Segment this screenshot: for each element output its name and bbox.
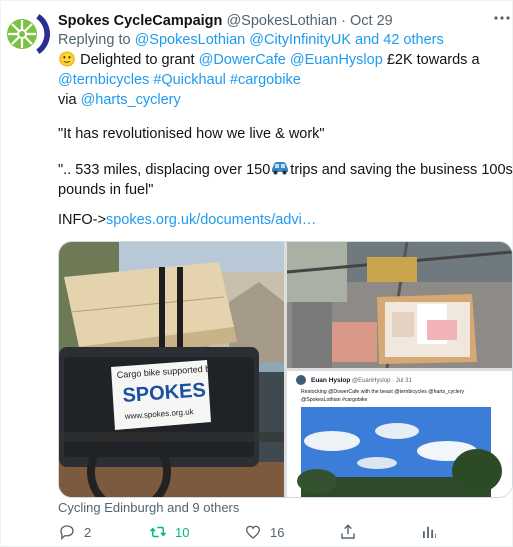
reply-button[interactable]: 2 — [58, 523, 91, 541]
hashtag-cargobike[interactable]: #cargobike — [230, 72, 301, 88]
tweet-text-line-2: @ternbicycles #Quickhaul #cargobike — [58, 70, 301, 90]
mention-harts-cyclery[interactable]: @harts_cyclery — [81, 92, 181, 108]
tweet-text-line-3: via @harts_cyclery — [58, 90, 181, 110]
retweet-button[interactable]: 10 — [149, 523, 189, 541]
header-separator: · — [341, 13, 346, 29]
media-image-cargo-bike[interactable]: Cargo bike supported by SPOKES www.spoke… — [59, 242, 284, 497]
mention-dowercafe[interactable]: @DowerCafe — [199, 52, 286, 68]
reply-prefix: Replying to — [58, 32, 131, 48]
heart-icon — [245, 525, 261, 539]
embedded-name: Euan Hyslop — [311, 377, 350, 384]
text-segment: trips and saving the business 100s of — [290, 162, 513, 178]
car-emoji-icon — [270, 161, 290, 175]
embedded-handle: @EuanHyslop · Jul 31 — [352, 378, 412, 384]
media-image-boxes[interactable] — [287, 242, 512, 368]
text-segment: Delighted to grant — [80, 52, 195, 68]
tweet-header: Spokes CycleCampaign @SpokesLothian · Oc… — [58, 11, 393, 31]
more-horizontal-icon — [494, 16, 510, 20]
tweet-info-line: INFO->spokes.org.uk/documents/advi… — [58, 210, 316, 230]
tagged-users[interactable]: Cycling Edinburgh and 9 others — [58, 500, 239, 515]
like-count: 16 — [270, 524, 285, 540]
share-button[interactable] — [339, 523, 365, 541]
retweet-count: 10 — [175, 524, 190, 540]
spokes-logo-icon — [2, 10, 50, 58]
embedded-tweet-photo: Euan Hyslop @EuanHyslop · Jul 31 Restock… — [287, 371, 512, 497]
analytics-icon — [423, 526, 436, 538]
tweet-card[interactable]: Spokes CycleCampaign @SpokesLothian · Oc… — [0, 0, 513, 547]
tweet-quote-2-cont: pounds in fuel" — [58, 182, 154, 198]
reply-icon — [60, 525, 74, 541]
text-segment: INFO-> — [58, 212, 106, 228]
text-segment: via — [58, 92, 77, 108]
cargo-bike-photo: Cargo bike supported by SPOKES www.spoke… — [59, 242, 284, 497]
smile-emoji-icon: 🙂 — [58, 52, 77, 68]
hashtag-quickhaul[interactable]: #Quickhaul — [153, 72, 226, 88]
reply-targets[interactable]: @SpokesLothian @CityInfinityUK and 42 ot… — [135, 32, 444, 48]
tweet-date[interactable]: Oct 29 — [350, 13, 393, 29]
tweet-quote-1: "It has revolutionised how we live & wor… — [58, 126, 325, 142]
reply-count: 2 — [84, 524, 92, 540]
embedded-text-1: Restocking @DowerCafe with the beast @te… — [301, 389, 465, 395]
embedded-text-2: @SpokesLothian #cargobike — [301, 397, 368, 403]
avatar[interactable] — [2, 10, 50, 58]
mention-ternbicycles[interactable]: @ternbicycles — [58, 72, 149, 88]
tweet-quote-2: ".. 533 miles, displacing over 150 trips … — [58, 160, 513, 180]
share-icon — [341, 524, 355, 539]
author-name[interactable]: Spokes CycleCampaign — [58, 13, 222, 29]
action-bar: 2 10 16 — [58, 523, 498, 545]
like-button[interactable]: 16 — [244, 523, 284, 541]
text-segment: £2K towards a — [386, 52, 480, 68]
boxes-photo — [287, 242, 512, 368]
tweet-text-line-1: 🙂 Delighted to grant @DowerCafe @EuanHys… — [58, 50, 480, 70]
media-grid: Cargo bike supported by SPOKES www.spoke… — [58, 241, 513, 498]
media-image-embedded-tweet[interactable]: Euan Hyslop @EuanHyslop · Jul 31 Restock… — [287, 371, 512, 497]
reply-context: Replying to @SpokesLothian @CityInfinity… — [58, 30, 444, 50]
text-segment: ".. 533 miles, displacing over 150 — [58, 162, 271, 178]
author-handle[interactable]: @SpokesLothian — [226, 13, 337, 29]
more-options-button[interactable] — [493, 9, 511, 32]
retweet-icon — [149, 526, 167, 538]
analytics-button[interactable] — [420, 523, 446, 541]
info-link[interactable]: spokes.org.uk/documents/advi… — [106, 212, 316, 228]
mention-euanhyslop[interactable]: @EuanHyslop — [290, 52, 383, 68]
